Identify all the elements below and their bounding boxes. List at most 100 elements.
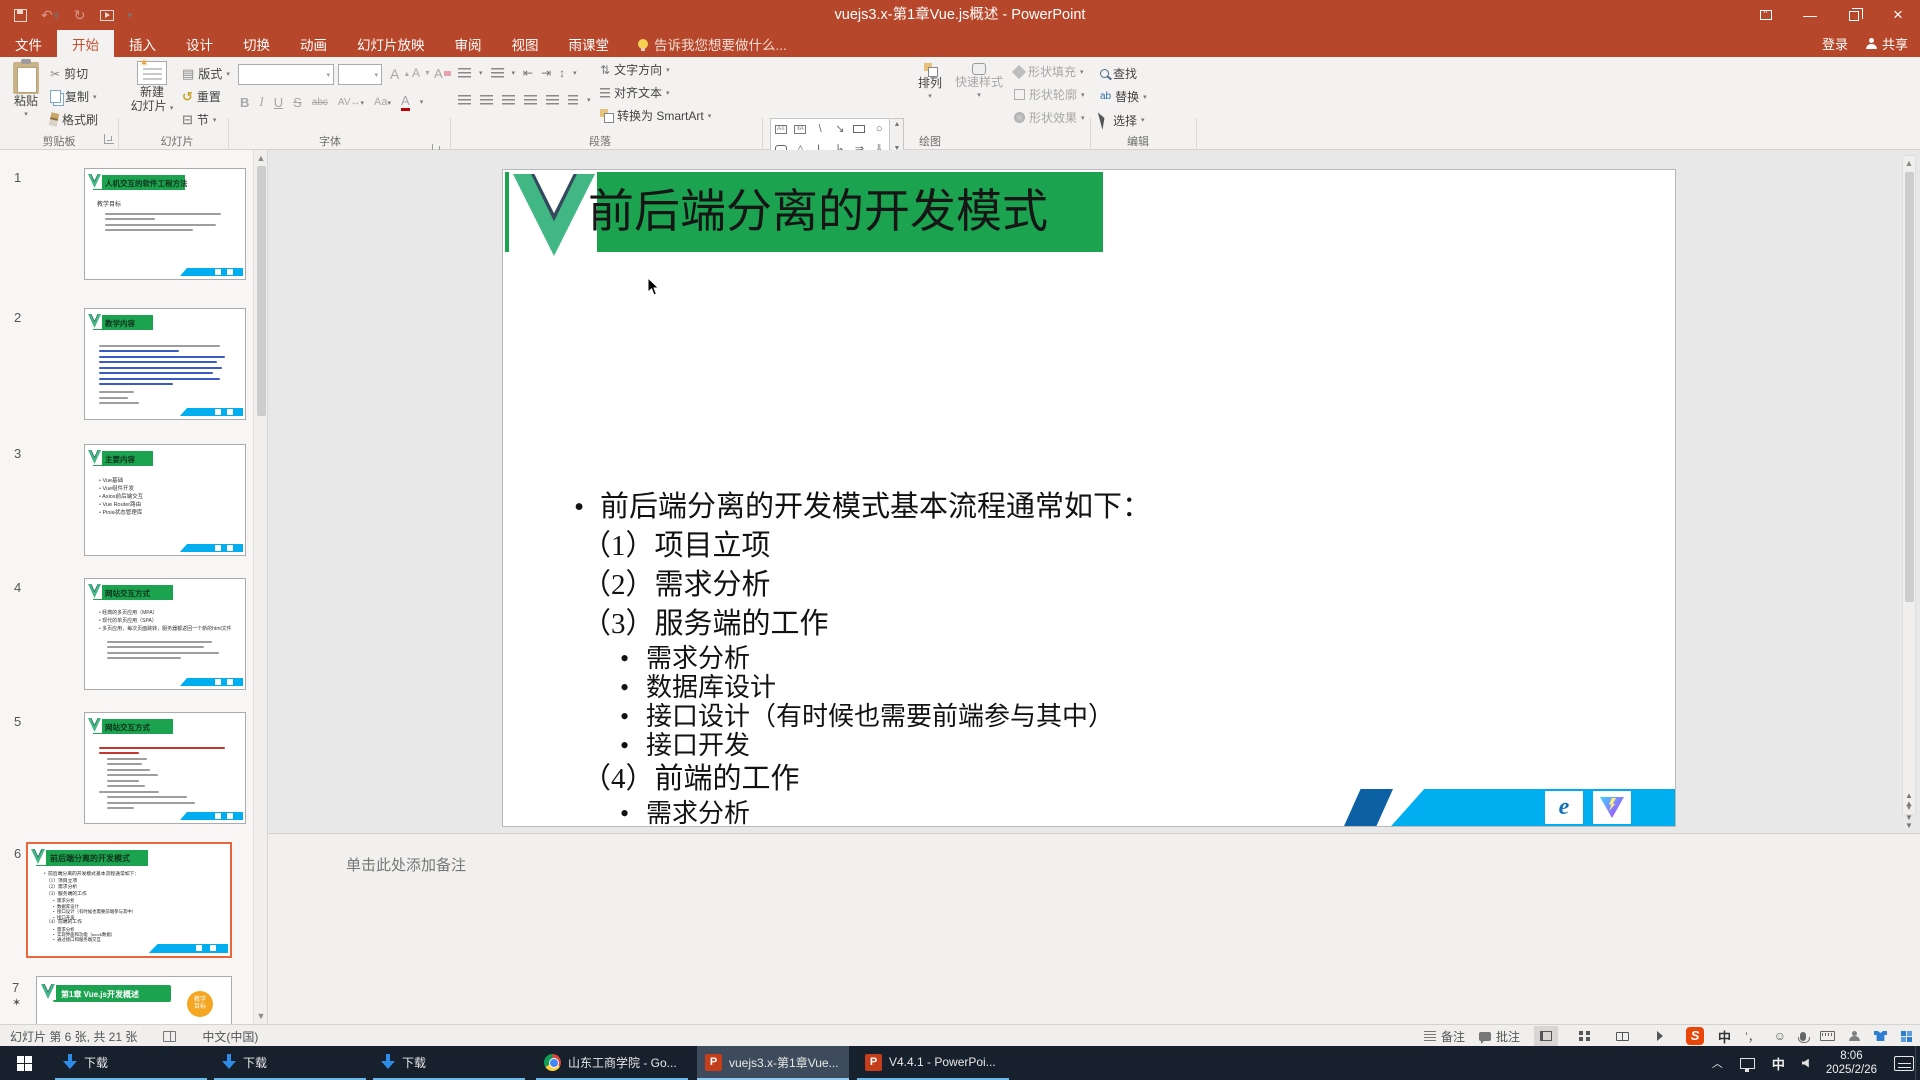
close-button[interactable]: × <box>1876 0 1920 30</box>
taskbar-item-powerpoint-active[interactable]: Pvuejs3.x-第1章Vue... <box>697 1046 849 1080</box>
change-case-button[interactable]: Aa▾ <box>374 96 391 108</box>
minimize-button[interactable]: — <box>1788 0 1832 30</box>
new-slide-button[interactable]: 新建 幻灯片 ▾ <box>126 61 178 116</box>
bold-button[interactable]: B <box>240 95 249 110</box>
slide-sorter-view-button[interactable] <box>1572 1026 1596 1046</box>
taskbar-clock[interactable]: 8:06 2025/2/26 <box>1826 1049 1877 1077</box>
slide-thumbnail-7[interactable]: 第1章 Vue.js开发概述 教学目标 <box>36 976 232 1024</box>
tray-volume-icon[interactable] <box>1802 1059 1809 1068</box>
tray-ime-icon[interactable]: 中 <box>1772 1054 1785 1073</box>
underline-button[interactable]: U <box>274 95 283 110</box>
notes-toggle-button[interactable]: 备注 <box>1424 1028 1465 1045</box>
slide-title[interactable]: 前后端分离的开发模式 <box>588 172 1048 252</box>
align-text-button[interactable]: 对齐文本▾ <box>600 84 670 101</box>
tray-expand-icon[interactable]: ︿ <box>1712 1055 1723 1071</box>
arrange-button[interactable]: 排列▾ <box>912 63 948 104</box>
distribute-icon[interactable] <box>546 95 559 105</box>
find-button[interactable]: 查找 <box>1100 65 1137 82</box>
rectangle-shape-icon[interactable] <box>853 125 865 133</box>
slide-thumbnail-6-selected[interactable]: 前后端分离的开发模式 •前后端分离的开发模式基本流程通常如下：•（1）项目立项•… <box>26 842 232 958</box>
taskbar-item-download-2[interactable]: 下载 <box>214 1046 366 1080</box>
font-size-combo[interactable]: ▾ <box>338 64 382 85</box>
replace-button[interactable]: ab替换▾ <box>1100 88 1147 105</box>
scroll-down-icon[interactable]: ▼ <box>254 1011 268 1021</box>
abc-strike-button[interactable]: abc <box>312 97 328 108</box>
clear-formatting-button[interactable]: A <box>434 66 451 81</box>
share-button[interactable]: 共享 <box>1866 34 1908 53</box>
spellcheck-icon[interactable] <box>163 1031 176 1042</box>
slideshow-view-button[interactable] <box>1648 1026 1672 1046</box>
action-center-icon[interactable] <box>1894 1056 1914 1071</box>
tab-insert[interactable]: 插入 <box>114 30 171 57</box>
slide-canvas[interactable]: 前后端分离的开发模式 •前后端分离的开发模式基本流程通常如下：•（1）项目立项•… <box>502 169 1676 827</box>
shape-fill-button[interactable]: 形状填充▾ <box>1014 63 1084 80</box>
shape-effects-button[interactable]: 形状效果▾ <box>1014 109 1085 126</box>
vertical-textbox-shape-icon[interactable]: ‖A <box>794 125 806 134</box>
undo-icon[interactable]: ↶▾ <box>41 0 60 30</box>
copy-button[interactable]: 复制▾ <box>50 88 97 105</box>
tab-design[interactable]: 设计 <box>171 30 228 57</box>
ribbon-display-options-button[interactable] <box>1744 0 1788 30</box>
previous-slide-button[interactable]: ▲▲ <box>1902 792 1916 808</box>
shrink-font-button[interactable]: A▼ <box>412 66 431 80</box>
tab-animations[interactable]: 动画 <box>285 30 342 57</box>
italic-button[interactable]: I <box>259 94 263 110</box>
taskbar-item-download-3[interactable]: 下载 <box>373 1046 525 1080</box>
show-desktop-button[interactable] <box>1915 1046 1920 1080</box>
start-button[interactable] <box>0 1046 48 1080</box>
bullets-icon[interactable] <box>458 68 471 78</box>
clipboard-dialog-launcher[interactable] <box>104 134 114 144</box>
textbox-shape-icon[interactable]: A≡ <box>775 125 787 134</box>
slide-thumbnail-3[interactable]: 主要内容 Vue基础Vue组件开发Axios前后端交互Vue Router路由P… <box>84 444 246 556</box>
line-shape-icon[interactable]: \ <box>819 124 822 135</box>
slide-thumbnail-2[interactable]: 教学内容 <box>84 308 246 420</box>
tab-view[interactable]: 视图 <box>497 30 554 57</box>
tab-file[interactable]: 文件 <box>0 30 57 57</box>
tab-yuketang[interactable]: 雨课堂 <box>554 30 625 57</box>
numbering-icon[interactable] <box>491 68 504 78</box>
tab-review[interactable]: 审阅 <box>440 30 497 57</box>
slide-thumbnail-1[interactable]: 人机交互的软件工程方法 教学目标 <box>84 168 246 280</box>
ime-chinese-mode[interactable]: 中 <box>1718 1027 1731 1046</box>
slide-thumbnail-5[interactable]: 网站交互方式 <box>84 712 246 824</box>
redo-icon[interactable]: ↻ <box>74 0 86 30</box>
section-button[interactable]: ⊟节▾ <box>182 111 216 128</box>
increase-indent-icon[interactable]: ⇥ <box>541 66 551 80</box>
layout-button[interactable]: ▤版式▾ <box>182 65 230 82</box>
customize-quick-access-icon[interactable]: ▾ <box>128 0 133 30</box>
tell-me-box[interactable]: 告诉我您想要做什么... <box>624 30 801 57</box>
cut-button[interactable]: ✂剪切 <box>50 65 88 82</box>
start-slideshow-icon[interactable] <box>100 10 114 21</box>
save-icon[interactable] <box>14 9 27 22</box>
oval-shape-icon[interactable]: ○ <box>876 124 883 135</box>
text-direction-button[interactable]: ⇅文字方向▾ <box>600 61 670 78</box>
scroll-up-icon[interactable]: ▲ <box>254 153 268 163</box>
select-button[interactable]: 选择▾ <box>1100 111 1145 129</box>
ime-punctuation[interactable]: ’， <box>1745 1028 1760 1045</box>
char-spacing-button[interactable]: AV↔▾ <box>338 97 364 108</box>
notes-pane[interactable]: 单击此处添加备注 <box>268 833 1920 1024</box>
slide-body[interactable]: •前后端分离的开发模式基本流程通常如下：•（1）项目立项•（2）需求分析•（3）… <box>574 488 1574 827</box>
editor-scroll-up-icon[interactable]: ▲ <box>1903 158 1915 168</box>
language-label[interactable]: 中文(中国) <box>202 1028 258 1045</box>
taskbar-item-download-1[interactable]: 下载 <box>55 1046 207 1080</box>
tab-transitions[interactable]: 切换 <box>228 30 285 57</box>
ime-toolbox-icon[interactable] <box>1901 1031 1912 1042</box>
restore-button[interactable] <box>1832 0 1876 30</box>
align-center-icon[interactable] <box>480 95 493 105</box>
tab-slideshow[interactable]: 幻灯片放映 <box>342 30 440 57</box>
slide-thumbnail-4[interactable]: 网站交互方式 经典的多页应用（MPA）现代的单页应用（SPA）多页应用，每次页面… <box>84 578 246 690</box>
quick-styles-button[interactable]: 快速样式▾ <box>948 63 1010 103</box>
ime-emoji-icon[interactable]: ☺ <box>1774 1029 1786 1043</box>
ime-skin-icon[interactable] <box>1874 1031 1887 1041</box>
format-painter-button[interactable]: 格式刷 <box>50 111 98 128</box>
decrease-indent-icon[interactable]: ⇤ <box>523 66 533 80</box>
normal-view-button[interactable] <box>1534 1026 1558 1046</box>
sogou-ime-icon[interactable]: S <box>1686 1027 1704 1045</box>
strikethrough-button[interactable]: S <box>293 95 302 110</box>
thumbnail-scrollbar[interactable]: ▲ ▼ <box>253 150 268 1024</box>
arrow-shape-icon[interactable]: ↘ <box>835 124 844 135</box>
taskbar-item-chrome[interactable]: 山东工商学院 - Go... <box>536 1046 688 1080</box>
grow-font-button[interactable]: A▲ <box>390 66 410 82</box>
ime-account-icon[interactable] <box>1849 1031 1860 1042</box>
